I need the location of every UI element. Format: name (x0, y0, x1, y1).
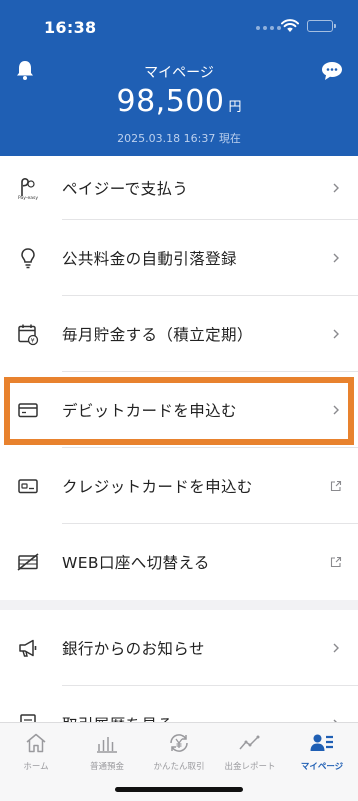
chevron-right-icon (333, 253, 339, 263)
chevron-right-icon (333, 405, 339, 415)
user-list-icon (310, 734, 333, 751)
menu-item-label: クレジットカードを申込む (62, 478, 253, 496)
tab-label: 普通預金 (89, 762, 124, 772)
balance-amount: 98,500 (116, 84, 225, 119)
menu-item-payeasy[interactable]: Pay-easy ペイジーで支払う (0, 156, 358, 220)
home-icon (26, 733, 46, 753)
menu-group-services: Pay-easy ペイジーで支払う 公共料金の自動引落登録 ¥ 毎月貯金する（積… (0, 156, 358, 600)
card-icon (18, 403, 38, 418)
megaphone-icon (19, 639, 37, 657)
balance: 98,500 円 (0, 84, 358, 119)
menu-list: Pay-easy ペイジーで支払う 公共料金の自動引落登録 ¥ 毎月貯金する（積… (0, 156, 358, 762)
pay-easy-icon: Pay-easy (18, 178, 38, 200)
battery-icon (307, 20, 336, 32)
calendar-yen-icon: ¥ (18, 324, 39, 346)
chevron-right-icon (333, 329, 339, 339)
menu-item-bank-notices[interactable]: 銀行からのお知らせ (0, 610, 358, 686)
tab-label: かんたん取引 (153, 762, 205, 772)
line-chart-icon (239, 735, 260, 750)
tab-my-page[interactable]: マイページ (286, 731, 358, 772)
section-gap (0, 600, 358, 610)
menu-item-debit-card[interactable]: デビットカードを申込む (0, 372, 358, 448)
bar-chart-icon (97, 737, 117, 753)
tab-savings[interactable]: 普通預金 (71, 731, 143, 772)
header: 16:38 マイページ 98,500 円 2025.03.18 16:37 現在 (0, 0, 358, 156)
menu-item-credit-card[interactable]: クレジットカードを申込む (0, 448, 358, 524)
external-link-icon (330, 480, 342, 492)
no-passbook-icon (17, 553, 39, 571)
status-time: 16:38 (44, 18, 97, 37)
svg-text:¥: ¥ (31, 337, 35, 344)
balance-timestamp: 2025.03.18 16:37 現在 (117, 132, 241, 145)
menu-item-label: 銀行からのお知らせ (62, 640, 205, 658)
signal-icon (256, 26, 281, 30)
menu-item-label: デビットカードを申込む (62, 402, 237, 420)
wifi-icon (281, 19, 299, 32)
chevron-right-icon (333, 643, 339, 653)
tab-label: 出金レポート (224, 762, 276, 772)
status-bar: 16:38 (0, 0, 358, 48)
tab-label: ホーム (23, 762, 49, 772)
menu-item-label: ペイジーで支払う (62, 180, 189, 198)
tab-label: マイページ (300, 762, 344, 772)
tab-easy-transaction[interactable]: かんたん取引 (143, 731, 215, 772)
page-title: マイページ (144, 65, 214, 81)
lightbulb-icon (21, 248, 35, 269)
tab-withdrawal-report[interactable]: 出金レポート (214, 731, 286, 772)
yen-exchange-icon (170, 734, 188, 752)
home-indicator[interactable] (115, 787, 243, 792)
chevron-right-icon (333, 183, 339, 193)
menu-item-utility-autopay[interactable]: 公共料金の自動引落登録 (0, 220, 358, 296)
credit-card-icon (18, 479, 38, 494)
menu-item-label: 公共料金の自動引落登録 (62, 250, 237, 268)
tab-home[interactable]: ホーム (0, 731, 72, 772)
chat-icon[interactable] (320, 60, 344, 82)
menu-item-label: 毎月貯金する（積立定期） (62, 326, 253, 344)
menu-item-web-account[interactable]: WEB口座へ切替える (0, 524, 358, 600)
menu-item-label: WEB口座へ切替える (62, 554, 210, 572)
external-link-icon (330, 556, 342, 568)
svg-text:Pay-easy: Pay-easy (18, 195, 38, 200)
balance-unit: 円 (228, 100, 242, 115)
menu-item-monthly-savings[interactable]: ¥ 毎月貯金する（積立定期） (0, 296, 358, 372)
